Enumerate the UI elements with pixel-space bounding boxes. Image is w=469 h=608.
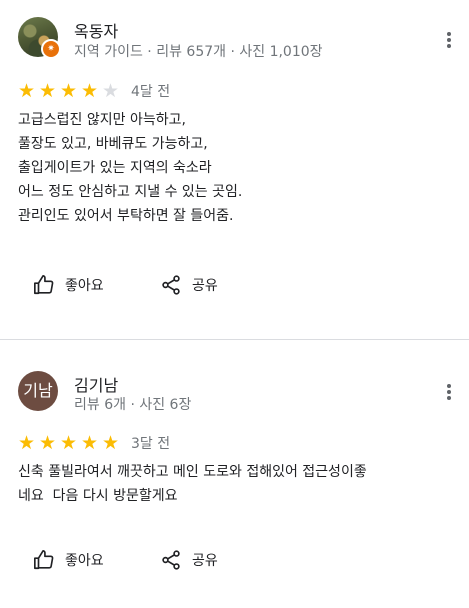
star-icon: ★ xyxy=(81,431,99,454)
share-icon xyxy=(162,275,180,295)
reviewer-meta[interactable]: 리뷰 6개 · 사진 6장 xyxy=(74,394,191,414)
review-text-line: 풀장도 있고, 바베큐도 가능하고, xyxy=(18,136,208,152)
avatar-initials: 기남 xyxy=(18,371,58,411)
review-text-line: 관리인도 있어서 부탁하면 잘 들어줌. xyxy=(18,208,234,224)
review-time: 3달 전 xyxy=(131,436,171,452)
like-button[interactable]: 좋아요 xyxy=(33,274,104,296)
rating-stars: ★ ★ ★ ★ ★ 4달 전 xyxy=(18,81,170,101)
share-button[interactable]: 공유 xyxy=(160,274,218,296)
like-label: 좋아요 xyxy=(65,278,104,294)
rating-stars: ★ ★ ★ ★ ★ 3달 전 xyxy=(18,433,170,453)
thumb-up-icon xyxy=(34,550,54,570)
review-text: 신축 풀빌라여서 깨끗하고 메인 도로와 접해있어 접근성이좋 네요 다음 다시… xyxy=(18,460,458,508)
review-divider xyxy=(0,339,469,340)
star-icon: ★ xyxy=(60,79,78,102)
local-guide-badge-icon: ✷ xyxy=(41,39,61,59)
star-icon: ★ xyxy=(81,79,99,102)
star-empty-icon: ★ xyxy=(102,79,120,102)
review-time: 4달 전 xyxy=(131,84,171,100)
share-label: 공유 xyxy=(192,553,218,569)
share-button[interactable]: 공유 xyxy=(160,549,218,571)
more-vert-icon[interactable] xyxy=(441,382,457,406)
share-icon xyxy=(162,550,180,570)
more-vert-icon[interactable] xyxy=(441,30,457,54)
star-icon: ★ xyxy=(102,431,120,454)
review-text-line: 네요 다음 다시 방문할게요 xyxy=(18,488,178,504)
reviewer-name[interactable]: 김기남 xyxy=(74,372,118,396)
avatar[interactable]: 기남 xyxy=(18,371,58,411)
thumb-up-icon xyxy=(34,275,54,295)
review-text-line: 출입게이트가 있는 지역의 숙소라 xyxy=(18,160,212,176)
share-label: 공유 xyxy=(192,278,218,294)
review-text-line: 고급스럽진 않지만 아늑하고, xyxy=(18,112,186,128)
star-icon: ★ xyxy=(39,79,57,102)
review-text-line: 신축 풀빌라여서 깨끗하고 메인 도로와 접해있어 접근성이좋 xyxy=(18,464,367,480)
star-icon: ★ xyxy=(60,431,78,454)
avatar[interactable]: ✷ xyxy=(18,17,61,59)
star-icon: ★ xyxy=(18,431,36,454)
reviewer-meta[interactable]: 지역 가이드 · 리뷰 657개 · 사진 1,010장 xyxy=(74,41,323,61)
star-icon: ★ xyxy=(18,79,36,102)
review-text-line: 어느 정도 안심하고 지낼 수 있는 곳임. xyxy=(18,184,243,200)
reviewer-name[interactable]: 옥동자 xyxy=(74,18,118,42)
review-text: 고급스럽진 않지만 아늑하고, 풀장도 있고, 바베큐도 가능하고, 출입게이트… xyxy=(18,108,458,228)
like-button[interactable]: 좋아요 xyxy=(33,549,104,571)
like-label: 좋아요 xyxy=(65,553,104,569)
star-icon: ★ xyxy=(39,431,57,454)
